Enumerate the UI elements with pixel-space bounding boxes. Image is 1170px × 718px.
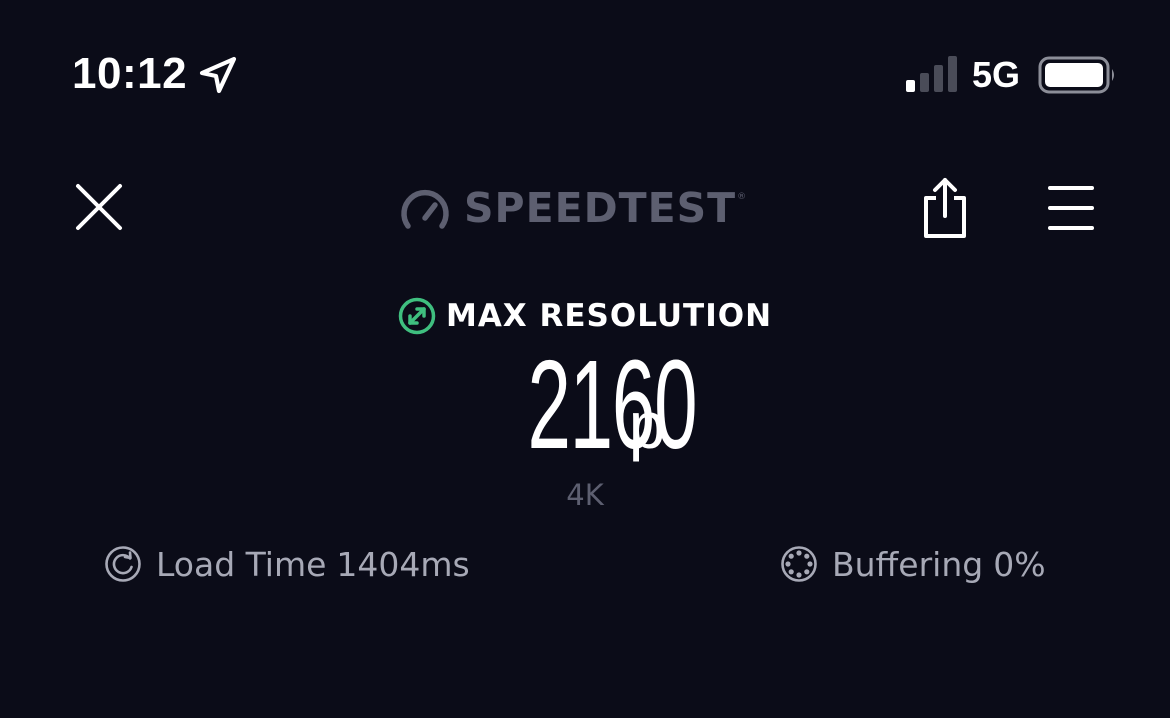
trademark-symbol: ® <box>737 192 747 202</box>
load-time-metric: Load Time 1404ms <box>104 542 470 586</box>
resolution-value: 2160 p <box>0 340 1170 470</box>
resolution-quality: 4K <box>566 478 604 512</box>
speedometer-gauge-icon <box>401 190 449 229</box>
cellular-signal-icon <box>906 56 957 92</box>
expand-arrows-icon <box>398 297 436 335</box>
buffering-metric: Buffering 0% <box>780 542 1046 586</box>
buffering-value: 0% <box>993 544 1046 584</box>
network-type: 5G <box>972 54 1021 95</box>
buffering-ring-icon <box>781 546 817 582</box>
load-time-label: Load Time <box>156 544 327 584</box>
max-resolution-label: MAX RESOLUTION <box>445 298 773 334</box>
status-time: 10:12 <box>72 49 188 98</box>
refresh-circle-icon <box>105 546 141 582</box>
load-time-value: 1404ms <box>336 544 470 584</box>
buffering-label: Buffering <box>832 544 984 584</box>
result-heading: MAX RESOLUTION <box>0 294 1170 338</box>
close-icon[interactable] <box>70 178 128 236</box>
battery-icon <box>1038 56 1114 94</box>
brand-name: SPEEDTEST <box>464 184 737 232</box>
location-arrow-icon <box>199 56 237 94</box>
resolution-number: 2160 <box>527 334 698 475</box>
hamburger-menu-icon[interactable] <box>1044 182 1098 234</box>
share-icon[interactable] <box>916 176 974 240</box>
speedtest-logo: SPEEDTEST ® <box>398 180 746 236</box>
